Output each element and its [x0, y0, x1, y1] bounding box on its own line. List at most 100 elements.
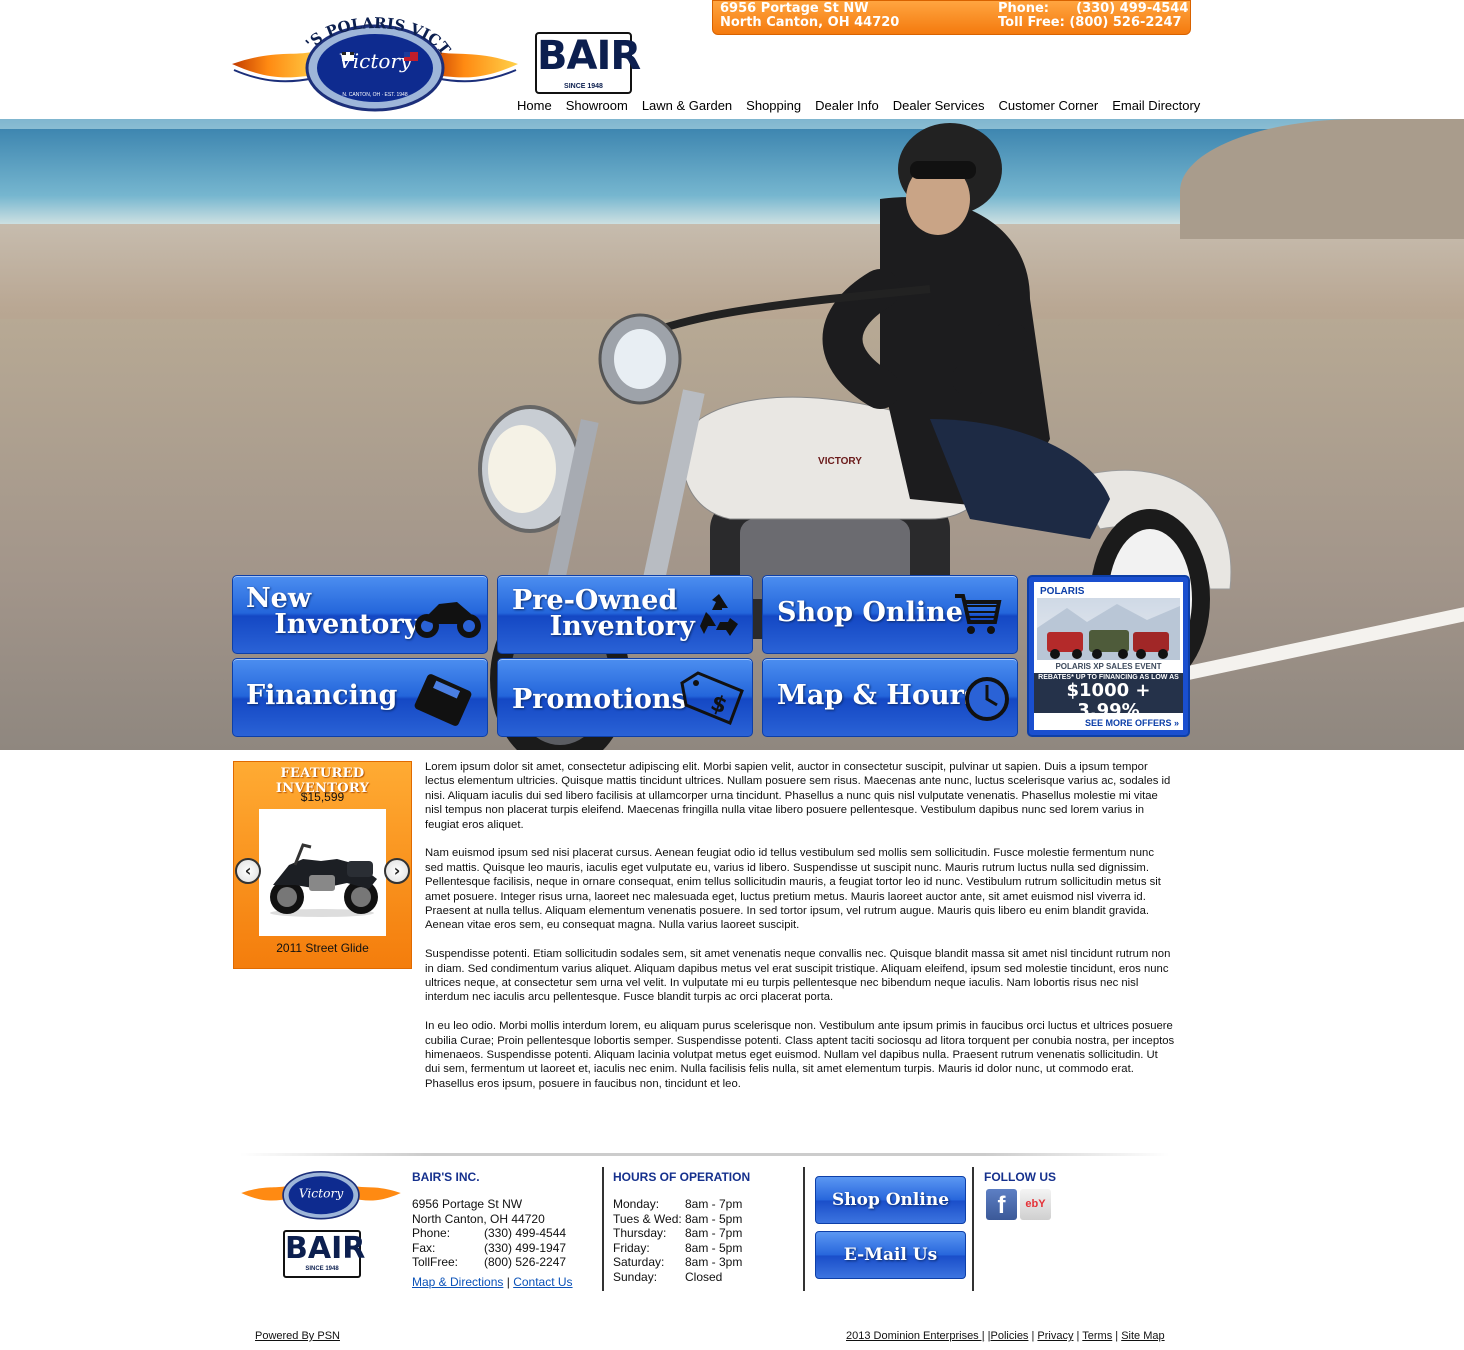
nav-customer-corner[interactable]: Customer Corner	[991, 98, 1105, 114]
ad-vehicles-image	[1037, 598, 1180, 660]
facebook-icon[interactable]: f	[986, 1189, 1017, 1220]
hours-time: 8am - 7pm	[685, 1226, 743, 1241]
shop-online-label: Shop Online	[777, 597, 963, 628]
hours-day: Friday:	[613, 1240, 650, 1255]
featured-inventory-box: FEATURED INVENTORY $15,599 ‹ › 2011 Stre…	[233, 761, 412, 969]
footer-bair-text: BAIR	[285, 1231, 366, 1266]
city: North Canton, OH 44720	[412, 1211, 545, 1226]
logo-location: N. CANTON, OH · EST. 1948	[342, 92, 407, 98]
bair-logo-text: BAIR	[537, 33, 641, 79]
svg-text:VICTORY: VICTORY	[818, 456, 862, 467]
nav-showroom[interactable]: Showroom	[559, 98, 635, 114]
site-map-link[interactable]: Site Map	[1121, 1330, 1164, 1342]
ad-brand: POLARIS	[1040, 586, 1085, 597]
footer-divider-3	[972, 1167, 974, 1291]
body-paragraph: In eu leo odio. Morbi mollis interdum lo…	[425, 1020, 1175, 1090]
hours-times: 8am - 7pm 8am - 5pm 8am - 7pm 8am - 5pm …	[685, 1197, 742, 1285]
tollfree-line: Toll Free: (800) 526-2247	[998, 15, 1182, 30]
footer-divider	[240, 1153, 1170, 1156]
bairs-polaris-victory-logo[interactable]: Victory N. CANTON, OH · EST. 1948 BAIR'S…	[232, 12, 518, 116]
recycle-icon	[700, 594, 738, 636]
hours-time: Closed	[685, 1269, 723, 1284]
next-arrow-button[interactable]: ›	[384, 858, 410, 884]
svg-text:$: $	[707, 691, 730, 720]
polaris-sales-event-ad[interactable]: POLARIS POLARIS XP SALES EVENT REBATES* …	[1027, 575, 1190, 737]
ad-rebate-big: $1000 + 3.99%	[1066, 680, 1151, 721]
motorcycle-icon	[415, 602, 481, 638]
featured-price: $15,599	[300, 790, 345, 804]
hours-days: Monday: Tues & Wed: Thursday: Friday: Sa…	[613, 1197, 682, 1285]
contact-values: (330) 499-4544 (330) 499-1947 (800) 526-…	[484, 1226, 566, 1270]
featured-image[interactable]	[259, 809, 386, 936]
map-directions-link[interactable]: Map & Directions	[412, 1275, 503, 1289]
tollfree-value: (800) 526-2247	[484, 1255, 567, 1270]
street: 6956 Portage St NW	[412, 1197, 523, 1211]
new-inventory-tile[interactable]: New Inventory	[232, 575, 488, 654]
shopping-cart-icon	[955, 594, 1002, 634]
copyright-link[interactable]: 2013 Dominion Enterprises |	[846, 1330, 985, 1342]
powered-by-link[interactable]: Powered By PSN	[255, 1330, 340, 1342]
see-more-offers-link[interactable]: SEE MORE OFFERS »	[1085, 718, 1179, 728]
terms-link[interactable]: Terms	[1082, 1330, 1112, 1342]
footer-divider-1	[602, 1167, 604, 1291]
hero-banner: VICTORY New Inventory Pre-Owned Inventor…	[0, 119, 1464, 750]
hours-day: Thursday:	[613, 1226, 667, 1241]
follow-heading: FOLLOW US	[984, 1170, 1056, 1184]
hours-day: Monday:	[613, 1197, 660, 1211]
hours-day: Sunday:	[613, 1269, 658, 1284]
ad-event: POLARIS XP SALES EVENT	[1055, 662, 1162, 671]
link-separator: |	[506, 1275, 510, 1289]
featured-name: 2011 Street Glide	[276, 941, 369, 955]
promotions-label: Promotions	[512, 684, 687, 715]
fax-label: Fax:	[412, 1240, 436, 1255]
company-heading: BAIR'S INC.	[412, 1170, 480, 1184]
map-hours-tile[interactable]: Map & Hours	[762, 658, 1018, 737]
nav-email-directory[interactable]: Email Directory	[1105, 98, 1207, 114]
nav-home[interactable]: Home	[510, 98, 559, 114]
hours-heading: HOURS OF OPERATION	[613, 1170, 751, 1184]
ebay-icon[interactable]: ebY	[1020, 1189, 1051, 1220]
tollfree-label: TollFree:	[412, 1255, 459, 1270]
new-inventory-label: New Inventory	[246, 583, 420, 640]
nav-dealer-services[interactable]: Dealer Services	[886, 98, 992, 114]
main-nav: Home Showroom Lawn & Garden Shopping Dea…	[510, 98, 1207, 114]
ad-rebate-box: REBATES* UP TO FINANCING AS LOW AS $1000…	[1034, 673, 1183, 727]
map-hours-label: Map & Hours	[777, 680, 980, 711]
nav-dealer-info[interactable]: Dealer Info	[808, 98, 886, 114]
legal-links: 2013 Dominion Enterprises | |Policies | …	[846, 1330, 1165, 1342]
footer-email-us-button[interactable]: E-Mail Us	[815, 1231, 966, 1279]
hours-day: Tues & Wed:	[613, 1211, 682, 1226]
policies-link[interactable]: |Policies	[988, 1330, 1029, 1342]
phone-label: Phone:	[412, 1226, 451, 1240]
price-tag-icon: $	[680, 671, 744, 725]
nav-shopping[interactable]: Shopping	[739, 98, 808, 114]
financing-tile[interactable]: Financing	[232, 658, 488, 737]
pre-owned-inventory-tile[interactable]: Pre-Owned Inventory	[497, 575, 753, 654]
footer-logo[interactable]: Victory	[236, 1164, 406, 1222]
pre-owned-label: Pre-Owned Inventory	[512, 585, 695, 642]
promotions-tile[interactable]: Promotions $	[497, 658, 753, 737]
body-paragraph: Nam euismod ipsum sed nisi placerat curs…	[425, 847, 1161, 932]
bair-since-text: SINCE 1948	[564, 83, 603, 90]
hours-time: 8am - 7pm	[685, 1197, 743, 1211]
contact-bar: 6956 Portage St NW North Canton, OH 44720…	[712, 0, 1191, 35]
contact-us-link[interactable]: Contact Us	[513, 1275, 572, 1289]
hours-day: Saturday:	[613, 1255, 665, 1270]
fax-value: (330) 499-1947	[484, 1240, 567, 1255]
powered-by: Powered By PSN	[255, 1330, 340, 1342]
footer-bair-since: SINCE 1948	[305, 1266, 339, 1272]
financing-label: Financing	[246, 680, 398, 711]
nav-lawn-garden[interactable]: Lawn & Garden	[635, 98, 739, 114]
prev-arrow-button[interactable]: ‹	[235, 858, 261, 884]
bair-logo[interactable]: BAIR SINCE 1948	[535, 32, 641, 94]
footer-shop-online-button[interactable]: Shop Online	[815, 1176, 966, 1224]
privacy-link[interactable]: Privacy	[1037, 1330, 1073, 1342]
address-line-2: North Canton, OH 44720	[720, 15, 900, 30]
hours-time: 8am - 5pm	[685, 1240, 743, 1255]
address-line-1: 6956 Portage St NW	[720, 1, 869, 16]
footer-bair-logo[interactable]: BAIR SINCE 1948	[283, 1230, 366, 1278]
shop-online-tile[interactable]: Shop Online	[762, 575, 1018, 654]
featured-motorcycle-image	[270, 843, 378, 917]
hours-time: 8am - 3pm	[685, 1255, 743, 1270]
phone-value: (330) 499-4544	[484, 1226, 567, 1240]
